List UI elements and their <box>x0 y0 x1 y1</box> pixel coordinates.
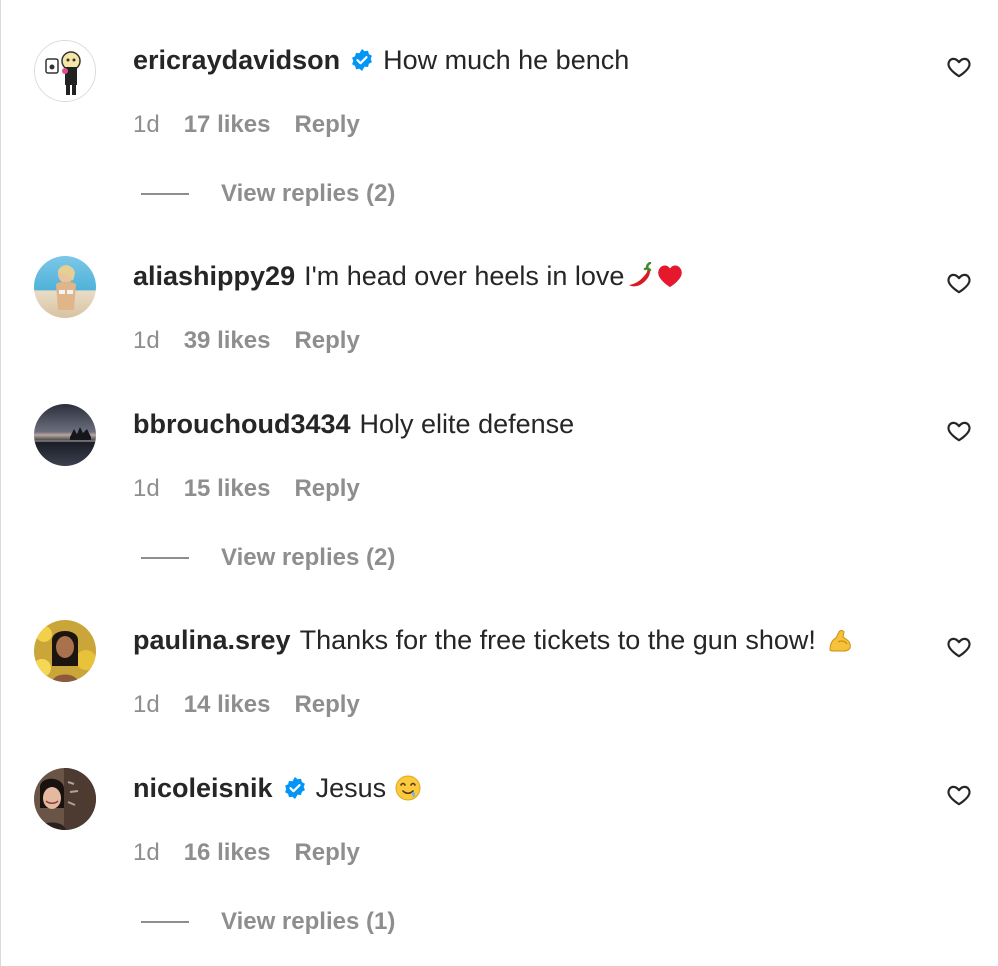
comment-body: I'm head over heels in love <box>304 260 625 291</box>
view-replies-button[interactable]: View replies (2) <box>141 541 395 575</box>
comment-username[interactable]: ericraydavidson <box>133 45 340 76</box>
reply-button[interactable]: Reply <box>294 691 359 719</box>
reply-button[interactable]: Reply <box>294 839 359 867</box>
panel-border <box>0 0 1 966</box>
avatar[interactable] <box>34 40 96 102</box>
reply-button[interactable]: Reply <box>294 111 359 139</box>
replies-divider-line <box>141 921 189 923</box>
comment-body: How much he bench <box>383 44 630 75</box>
avatar[interactable] <box>34 768 96 830</box>
verified-badge-icon <box>350 48 374 72</box>
comment-likes-count[interactable]: 39 likes <box>184 327 271 355</box>
avatar[interactable] <box>34 256 96 318</box>
red-heart-icon <box>656 262 684 290</box>
comment-likes-count[interactable]: 17 likes <box>184 111 271 139</box>
like-heart-icon[interactable] <box>946 634 972 660</box>
avatar[interactable] <box>34 620 96 682</box>
like-heart-icon[interactable] <box>946 54 972 80</box>
comment-text-line: aliashippy29 I'm head over heels in love <box>133 256 684 296</box>
replies-divider-line <box>141 193 189 195</box>
view-replies-button[interactable]: View replies (1) <box>141 905 395 939</box>
reply-button[interactable]: Reply <box>294 475 359 503</box>
comment-username[interactable]: bbrouchoud3434 <box>133 409 351 440</box>
comment-timestamp[interactable]: 1d <box>133 475 160 503</box>
flexed-biceps-icon <box>826 626 854 654</box>
comment-timestamp[interactable]: 1d <box>133 839 160 867</box>
comment-timestamp[interactable]: 1d <box>133 327 160 355</box>
comment-body: Jesus <box>315 772 387 803</box>
comment-body: Holy elite defense <box>359 408 575 439</box>
comment-text-line: nicoleisnik Jesus <box>133 768 422 808</box>
comment-body: Thanks for the free tickets to the gun s… <box>299 624 816 655</box>
comment-meta: 1d 14 likes Reply <box>133 688 360 722</box>
comment-username[interactable]: paulina.srey <box>133 625 291 656</box>
like-heart-icon[interactable] <box>946 782 972 808</box>
view-replies-label: View replies (2) <box>221 544 396 571</box>
replies-divider-line <box>141 557 189 559</box>
like-heart-icon[interactable] <box>946 270 972 296</box>
drooling-face-icon <box>394 774 422 802</box>
comment-meta: 1d 39 likes Reply <box>133 324 360 358</box>
comment-timestamp[interactable]: 1d <box>133 111 160 139</box>
view-replies-label: View replies (2) <box>221 180 396 207</box>
like-heart-icon[interactable] <box>946 418 972 444</box>
comment-username[interactable]: nicoleisnik <box>133 773 273 804</box>
reply-button[interactable]: Reply <box>294 327 359 355</box>
chili-pepper-icon <box>626 262 654 290</box>
comment-likes-count[interactable]: 14 likes <box>184 691 271 719</box>
comment-username[interactable]: aliashippy29 <box>133 261 295 292</box>
view-replies-label: View replies (1) <box>221 908 396 935</box>
comment-timestamp[interactable]: 1d <box>133 691 160 719</box>
comment-text-line: ericraydavidson How much he bench <box>133 40 629 80</box>
avatar[interactable] <box>34 404 96 466</box>
comment-meta: 1d 17 likes Reply <box>133 108 360 142</box>
comment-meta: 1d 16 likes Reply <box>133 836 360 870</box>
comment-text-line: bbrouchoud3434 Holy elite defense <box>133 404 574 444</box>
view-replies-button[interactable]: View replies (2) <box>141 177 395 211</box>
comment-likes-count[interactable]: 16 likes <box>184 839 271 867</box>
comment-likes-count[interactable]: 15 likes <box>184 475 271 503</box>
comment-meta: 1d 15 likes Reply <box>133 472 360 506</box>
comment-text-line: paulina.srey Thanks for the free tickets… <box>133 620 854 660</box>
verified-badge-icon <box>283 776 307 800</box>
